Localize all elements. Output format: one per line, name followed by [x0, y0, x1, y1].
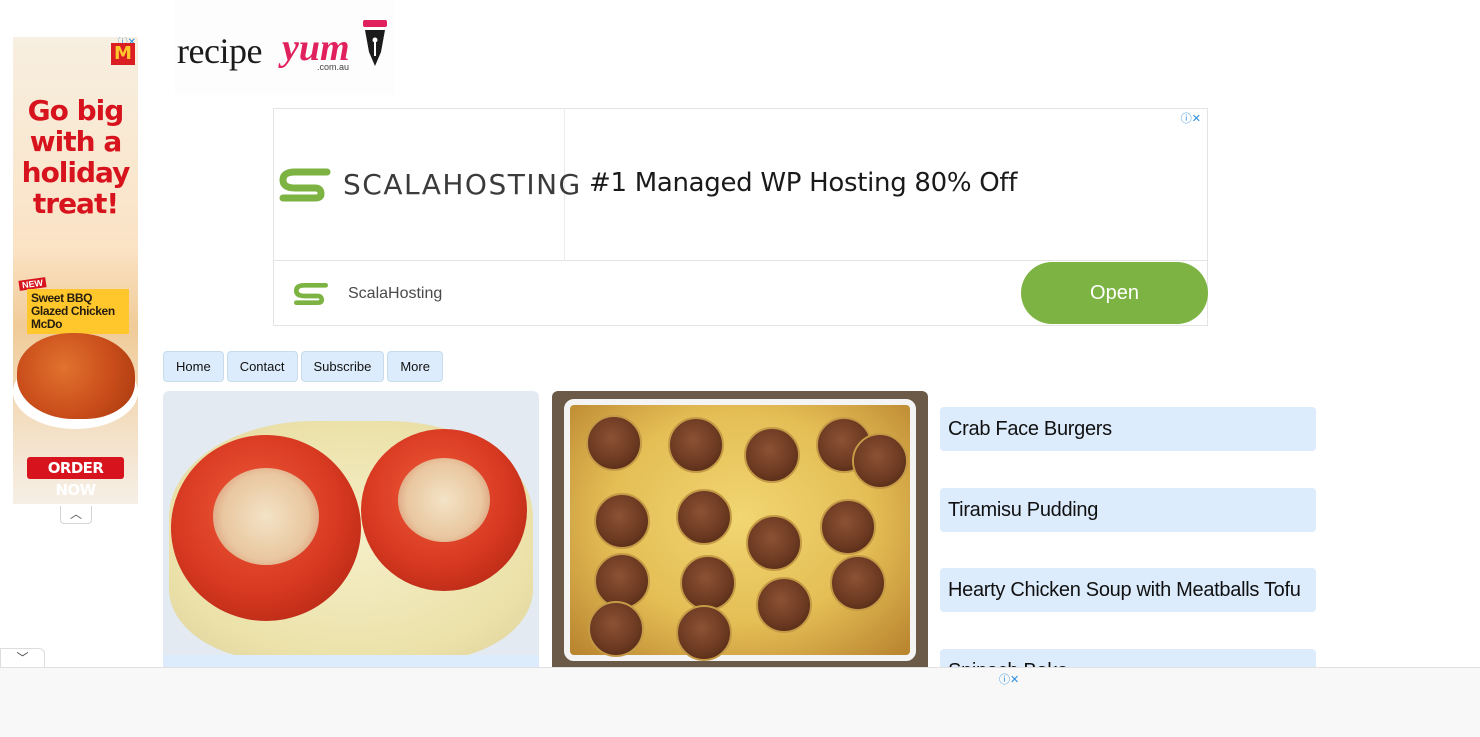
fountain-pen-icon — [363, 20, 387, 66]
nav-home[interactable]: Home — [163, 351, 224, 382]
order-now-button[interactable]: ORDER NOW — [27, 457, 124, 499]
logo-text-recipe: recipe — [177, 31, 262, 71]
baking-dish-image — [564, 399, 916, 661]
nav-subscribe[interactable]: Subscribe — [300, 351, 385, 382]
site-logo[interactable]: recipe yum .com.au — [175, 0, 395, 95]
banner-ad-logo-cell: SCALAHOSTING — [274, 109, 580, 261]
ad-headline: Go big with a holiday treat! — [21, 94, 131, 220]
sidebar-link-crab-face-burgers[interactable]: Crab Face Burgers — [940, 407, 1316, 451]
nav-more[interactable]: More — [387, 351, 443, 382]
banner-ad[interactable]: ⓘ✕ SCALAHOSTING #1 Managed WP Hosting 80… — [273, 108, 1208, 326]
left-skyscraper-ad[interactable]: ⓘ✕ M Go big with a holiday treat! NEW Sw… — [13, 37, 138, 504]
main-nav: Home Contact Subscribe More — [163, 351, 443, 382]
mcdonalds-logo-icon: M — [111, 43, 135, 65]
ad-choices-icon[interactable]: ⓘ✕ — [999, 671, 1019, 687]
chicken-image — [17, 333, 135, 419]
open-button[interactable]: Open — [1021, 262, 1208, 324]
tomato-image — [361, 429, 527, 591]
scalahosting-small-icon — [293, 283, 328, 305]
advertiser-name: ScalaHosting — [348, 285, 443, 302]
sidebar-link-chicken-soup[interactable]: Hearty Chicken Soup with Meatballs Tofu — [940, 568, 1316, 612]
recipe-card-stuffed-tomatoes[interactable] — [163, 391, 539, 667]
logo-domain: .com.au — [317, 62, 350, 72]
banner-ad-top-row: SCALAHOSTING #1 Managed WP Hosting 80% O… — [274, 109, 1207, 261]
nav-contact[interactable]: Contact — [226, 351, 298, 382]
chevron-down-icon[interactable]: ﹀ — [0, 648, 45, 668]
banner-headline[interactable]: #1 Managed WP Hosting 80% Off — [589, 168, 1017, 198]
scalahosting-logo-icon — [279, 168, 331, 202]
bottom-anchor-ad[interactable]: ⓘ✕ — [0, 667, 1480, 737]
recipe-card-sausage-bake[interactable] — [552, 391, 928, 667]
card-caption-strip — [163, 655, 539, 667]
ad-product-name: Sweet BBQ Glazed Chicken McDo — [27, 289, 129, 334]
banner-brand-name: SCALAHOSTING — [343, 168, 582, 201]
tomato-image — [171, 435, 361, 621]
sidebar-link-tiramisu-pudding[interactable]: Tiramisu Pudding — [940, 488, 1316, 532]
chevron-up-icon[interactable]: ︿ — [60, 506, 92, 524]
